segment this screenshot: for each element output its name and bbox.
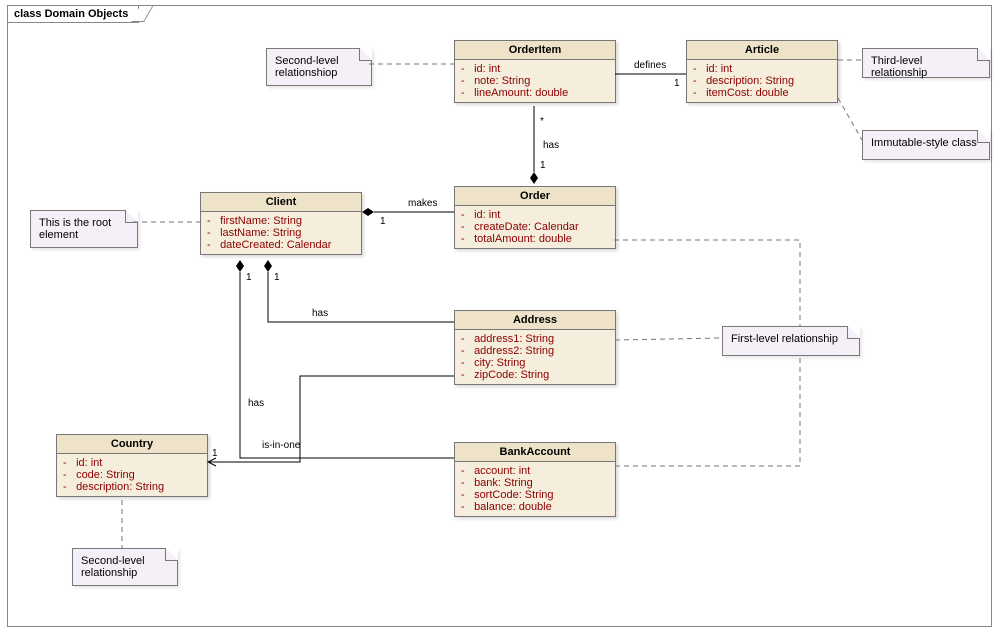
class-article: Article - id: int - description: String … (686, 40, 838, 103)
class-address: Address - address1: String - address2: S… (454, 310, 616, 385)
class-title: Order (455, 187, 615, 206)
rel-has-label: has (248, 398, 264, 409)
attr: - zipCode: String (461, 369, 609, 381)
attr: - city: String (461, 357, 609, 369)
attr: - id: int (63, 457, 201, 469)
mult-one: 1 (274, 272, 280, 283)
rel-isinone-label: is-in-one (262, 440, 300, 451)
attr: - lineAmount: double (461, 87, 609, 99)
class-title: Article (687, 41, 837, 60)
mult-one: 1 (540, 160, 546, 171)
mult-one: 1 (380, 216, 386, 227)
attr: - bank: String (461, 477, 609, 489)
note-orderitem: Second-level relationshiop (266, 48, 372, 86)
note-first-level: First-level relationship (722, 326, 860, 356)
class-orderitem: OrderItem - id: int - note: String - lin… (454, 40, 616, 103)
class-title: BankAccount (455, 443, 615, 462)
attr: - description: String (63, 481, 201, 493)
attr: - balance: double (461, 501, 609, 513)
attr: - lastName: String (207, 227, 355, 239)
mult-one: 1 (212, 448, 218, 459)
class-bankaccount: BankAccount - account: int - bank: Strin… (454, 442, 616, 517)
mult-star: * (540, 116, 544, 127)
rel-has-label: has (543, 140, 559, 151)
attr: - sortCode: String (461, 489, 609, 501)
class-title: Address (455, 311, 615, 330)
attr: - id: int (693, 63, 831, 75)
class-title: OrderItem (455, 41, 615, 60)
attr: - firstName: String (207, 215, 355, 227)
class-title: Country (57, 435, 207, 454)
note-country-second: Second-level relationship (72, 548, 178, 586)
rel-makes-label: makes (408, 198, 437, 209)
attr: - address1: String (461, 333, 609, 345)
attr: - totalAmount: double (461, 233, 609, 245)
class-client: Client - firstName: String - lastName: S… (200, 192, 362, 255)
diagram-canvas: class Domain Objects Second-level relati… (0, 0, 999, 634)
note-article-immutable: Immutable-style class (862, 130, 990, 160)
class-country: Country - id: int - code: String - descr… (56, 434, 208, 497)
attr: - itemCost: double (693, 87, 831, 99)
mult-one: 1 (674, 78, 680, 89)
attr: - note: String (461, 75, 609, 87)
note-article-third: Third-level relationship (862, 48, 990, 78)
mult-one: 1 (246, 272, 252, 283)
class-title: Client (201, 193, 361, 212)
class-order: Order - id: int - createDate: Calendar -… (454, 186, 616, 249)
attr: - account: int (461, 465, 609, 477)
rel-defines-label: defines (634, 60, 666, 71)
attr: - address2: String (461, 345, 609, 357)
attr: - code: String (63, 469, 201, 481)
attr: - createDate: Calendar (461, 221, 609, 233)
note-client-root: This is the root element (30, 210, 138, 248)
diagram-title: class Domain Objects (8, 6, 139, 23)
attr: - id: int (461, 63, 609, 75)
rel-has-label: has (312, 308, 328, 319)
attr: - dateCreated: Calendar (207, 239, 355, 251)
attr: - id: int (461, 209, 609, 221)
attr: - description: String (693, 75, 831, 87)
